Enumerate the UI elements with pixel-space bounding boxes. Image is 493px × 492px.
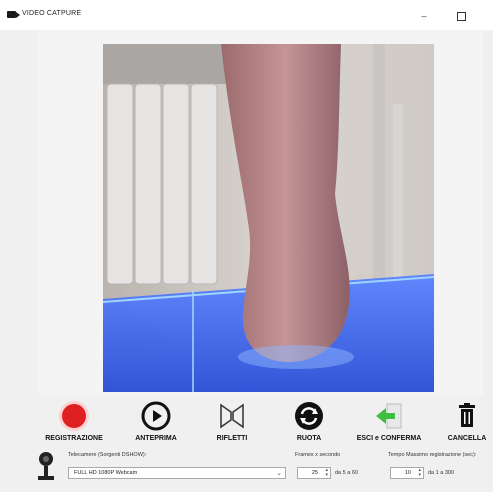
cancel-label: CANCELLA <box>447 435 487 442</box>
rotate-button[interactable]: RUOTA <box>287 400 331 448</box>
maxtime-value: 10 <box>404 470 411 476</box>
fps-spinner[interactable]: 25 ▴ ▾ <box>297 467 331 479</box>
rotate-icon <box>293 400 325 432</box>
fps-label: Frames x secondo <box>295 452 341 458</box>
cancel-button[interactable]: CANCELLA <box>445 400 489 448</box>
title-bar: VIDEO CATPURE – <box>0 0 493 30</box>
camera-select[interactable]: FULL HD 1080P Webcam ⌄ <box>68 467 286 479</box>
maxtime-spinner[interactable]: 10 ▴ ▾ <box>390 467 424 479</box>
record-button[interactable]: REGISTRAZIONE <box>42 400 106 448</box>
rotate-label: RUOTA <box>296 435 322 442</box>
chevron-down-icon: ⌄ <box>276 470 282 477</box>
exit-confirm-button[interactable]: ESCI e CONFERMA <box>352 400 426 448</box>
preview-label: ANTEPRIMA <box>135 435 177 442</box>
video-capture-window: VIDEO CATPURE – REGISTRAZIONE ANTEPRIMA … <box>0 0 493 492</box>
video-camera-icon <box>7 11 20 18</box>
trash-icon <box>451 400 483 432</box>
spinner-arrows-icon[interactable]: ▴ ▾ <box>325 468 328 478</box>
preview-button[interactable]: ANTEPRIMA <box>126 400 186 448</box>
maxtime-range: da 1 a 300 <box>428 470 454 476</box>
camera-value: FULL HD 1080P Webcam <box>74 470 138 476</box>
camera-label: Telecamere (Sorgenti DSHOW): <box>68 452 147 458</box>
spinner-arrows-icon[interactable]: ▴ ▾ <box>418 468 421 478</box>
fps-value: 25 <box>311 470 318 476</box>
webcam-icon <box>34 450 58 484</box>
exit-confirm-label: ESCI e CONFERMA <box>356 435 422 442</box>
fps-range: da 5 a 60 <box>335 470 358 476</box>
camera-preview <box>103 44 434 392</box>
mirror-label: RIFLETTI <box>216 435 248 442</box>
record-label: REGISTRAZIONE <box>45 435 103 442</box>
mirror-icon <box>216 400 248 432</box>
play-icon <box>140 400 172 432</box>
exit-arrow-icon <box>373 400 405 432</box>
maximize-icon <box>456 12 466 21</box>
mirror-button[interactable]: RIFLETTI <box>208 400 256 448</box>
camera-frame-image <box>103 44 434 392</box>
maxtime-label: Tempo Massimo registrazione (sec): <box>388 452 477 458</box>
window-title: VIDEO CATPURE <box>22 10 82 17</box>
record-icon <box>58 400 90 432</box>
maximize-button[interactable] <box>449 8 473 24</box>
minimize-button[interactable]: – <box>412 8 436 24</box>
